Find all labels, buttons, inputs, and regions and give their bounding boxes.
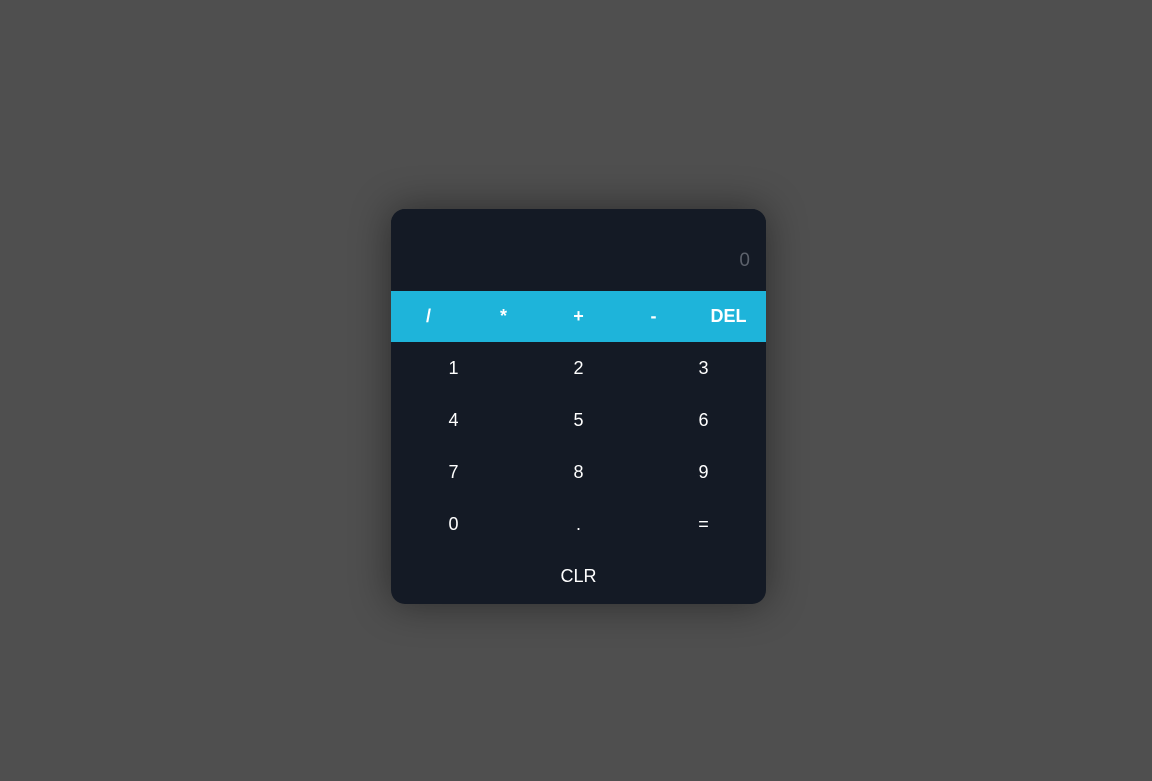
clear-button[interactable]: CLR <box>544 558 612 595</box>
digit-7-button[interactable]: 7 <box>391 446 516 498</box>
digit-1-button[interactable]: 1 <box>391 342 516 394</box>
digit-9-button[interactable]: 9 <box>641 446 766 498</box>
add-button[interactable]: + <box>541 291 616 342</box>
decimal-point-button[interactable]: . <box>516 498 641 550</box>
divide-button[interactable]: / <box>391 291 466 342</box>
digit-6-button[interactable]: 6 <box>641 394 766 446</box>
delete-button[interactable]: DEL <box>691 291 766 342</box>
digit-4-button[interactable]: 4 <box>391 394 516 446</box>
equals-button[interactable]: = <box>641 498 766 550</box>
digit-0-button[interactable]: 0 <box>391 498 516 550</box>
calculator-display: 0 <box>391 209 766 291</box>
clear-row: CLR <box>391 550 766 602</box>
display-value: 0 <box>739 250 750 271</box>
operator-bar: / * + - DEL <box>391 291 766 342</box>
digit-2-button[interactable]: 2 <box>516 342 641 394</box>
subtract-button[interactable]: - <box>616 291 691 342</box>
keypad: 1 2 3 4 5 6 7 8 9 0 . = <box>391 342 766 550</box>
digit-8-button[interactable]: 8 <box>516 446 641 498</box>
digit-3-button[interactable]: 3 <box>641 342 766 394</box>
digit-5-button[interactable]: 5 <box>516 394 641 446</box>
calculator: 0 / * + - DEL 1 2 3 4 5 6 7 8 9 0 . = CL… <box>391 209 766 604</box>
multiply-button[interactable]: * <box>466 291 541 342</box>
